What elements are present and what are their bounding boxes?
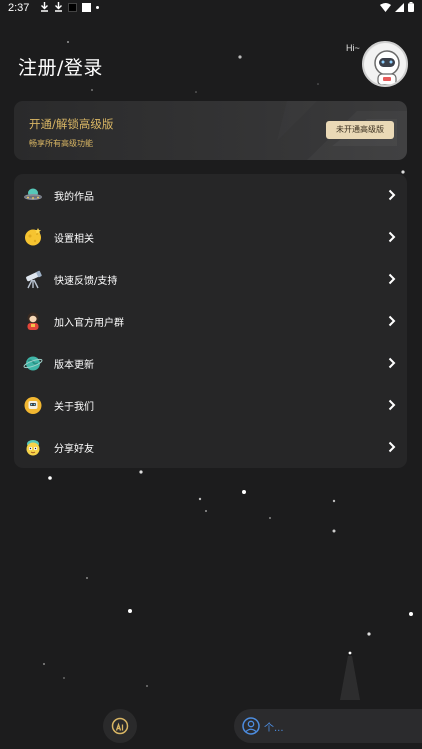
user-account-button[interactable]: 个... (234, 709, 422, 743)
alien-icon (26, 440, 40, 456)
greeting-text: Hi~ (346, 43, 360, 53)
astronaut-icon (27, 312, 39, 330)
menu-item-version-update[interactable]: 版本更新 (14, 342, 407, 384)
black-square-icon (68, 2, 77, 12)
download-icon (55, 2, 62, 12)
login-register-title[interactable]: 注册/登录 (18, 53, 103, 80)
dot-icon (96, 5, 99, 9)
menu-item-label: 设置相关 (54, 234, 94, 245)
user-pill-text: 个... (264, 723, 284, 734)
ufo-icon (24, 188, 42, 200)
menu-item-my-works[interactable]: 我的作品 (14, 174, 407, 216)
chevron-right-icon (388, 189, 396, 201)
status-system-icons (380, 2, 414, 12)
astronaut-avatar-icon (364, 43, 406, 85)
menu-item-label: 关于我们 (54, 402, 94, 413)
settings-menu: 我的作品 设置相关 快速反馈/支持 加入官方用户群 版本更新 关于我们 分享好友 (14, 174, 407, 468)
vip-status-button[interactable]: 未开通高级版 (326, 121, 394, 139)
planet-icon (23, 356, 43, 371)
robot-icon (24, 397, 42, 414)
vip-title: 开通/解锁高级版 (29, 117, 114, 131)
avatar[interactable] (362, 41, 408, 87)
status-time: 2:37 (8, 2, 30, 14)
menu-item-label: 加入官方用户群 (54, 318, 124, 329)
white-square-icon (82, 2, 91, 12)
chevron-right-icon (388, 315, 396, 327)
menu-item-about-us[interactable]: 关于我们 (14, 384, 407, 426)
menu-item-label: 快速反馈/支持 (54, 276, 118, 287)
wifi-icon (380, 2, 391, 12)
menu-item-share-friends[interactable]: 分享好友 (14, 426, 407, 468)
telescope-icon (26, 270, 42, 289)
status-notification-icons (40, 2, 99, 12)
chevron-right-icon (388, 399, 396, 411)
vip-upgrade-card[interactable]: 开通/解锁高级版 畅享所有高级功能 未开通高级版 (14, 101, 407, 160)
bottom-bar: 个... (0, 700, 422, 749)
chevron-right-icon (388, 273, 396, 285)
status-bar: 2:37 (0, 0, 422, 18)
ai-icon (111, 717, 129, 735)
chevron-right-icon (388, 441, 396, 453)
menu-item-label: 我的作品 (54, 192, 94, 203)
download-icon (41, 2, 48, 12)
ai-button[interactable] (103, 709, 137, 743)
user-icon (242, 717, 260, 735)
battery-icon (408, 2, 414, 12)
menu-item-label: 分享好友 (54, 444, 94, 455)
signal-icon (395, 2, 404, 12)
chevron-right-icon (388, 231, 396, 243)
menu-item-settings[interactable]: 设置相关 (14, 216, 407, 258)
vip-subtitle: 畅享所有高级功能 (29, 139, 93, 148)
menu-item-join-group[interactable]: 加入官方用户群 (14, 300, 407, 342)
menu-item-label: 版本更新 (54, 360, 94, 371)
menu-item-feedback[interactable]: 快速反馈/支持 (14, 258, 407, 300)
moon-icon (25, 228, 41, 246)
chevron-right-icon (388, 357, 396, 369)
